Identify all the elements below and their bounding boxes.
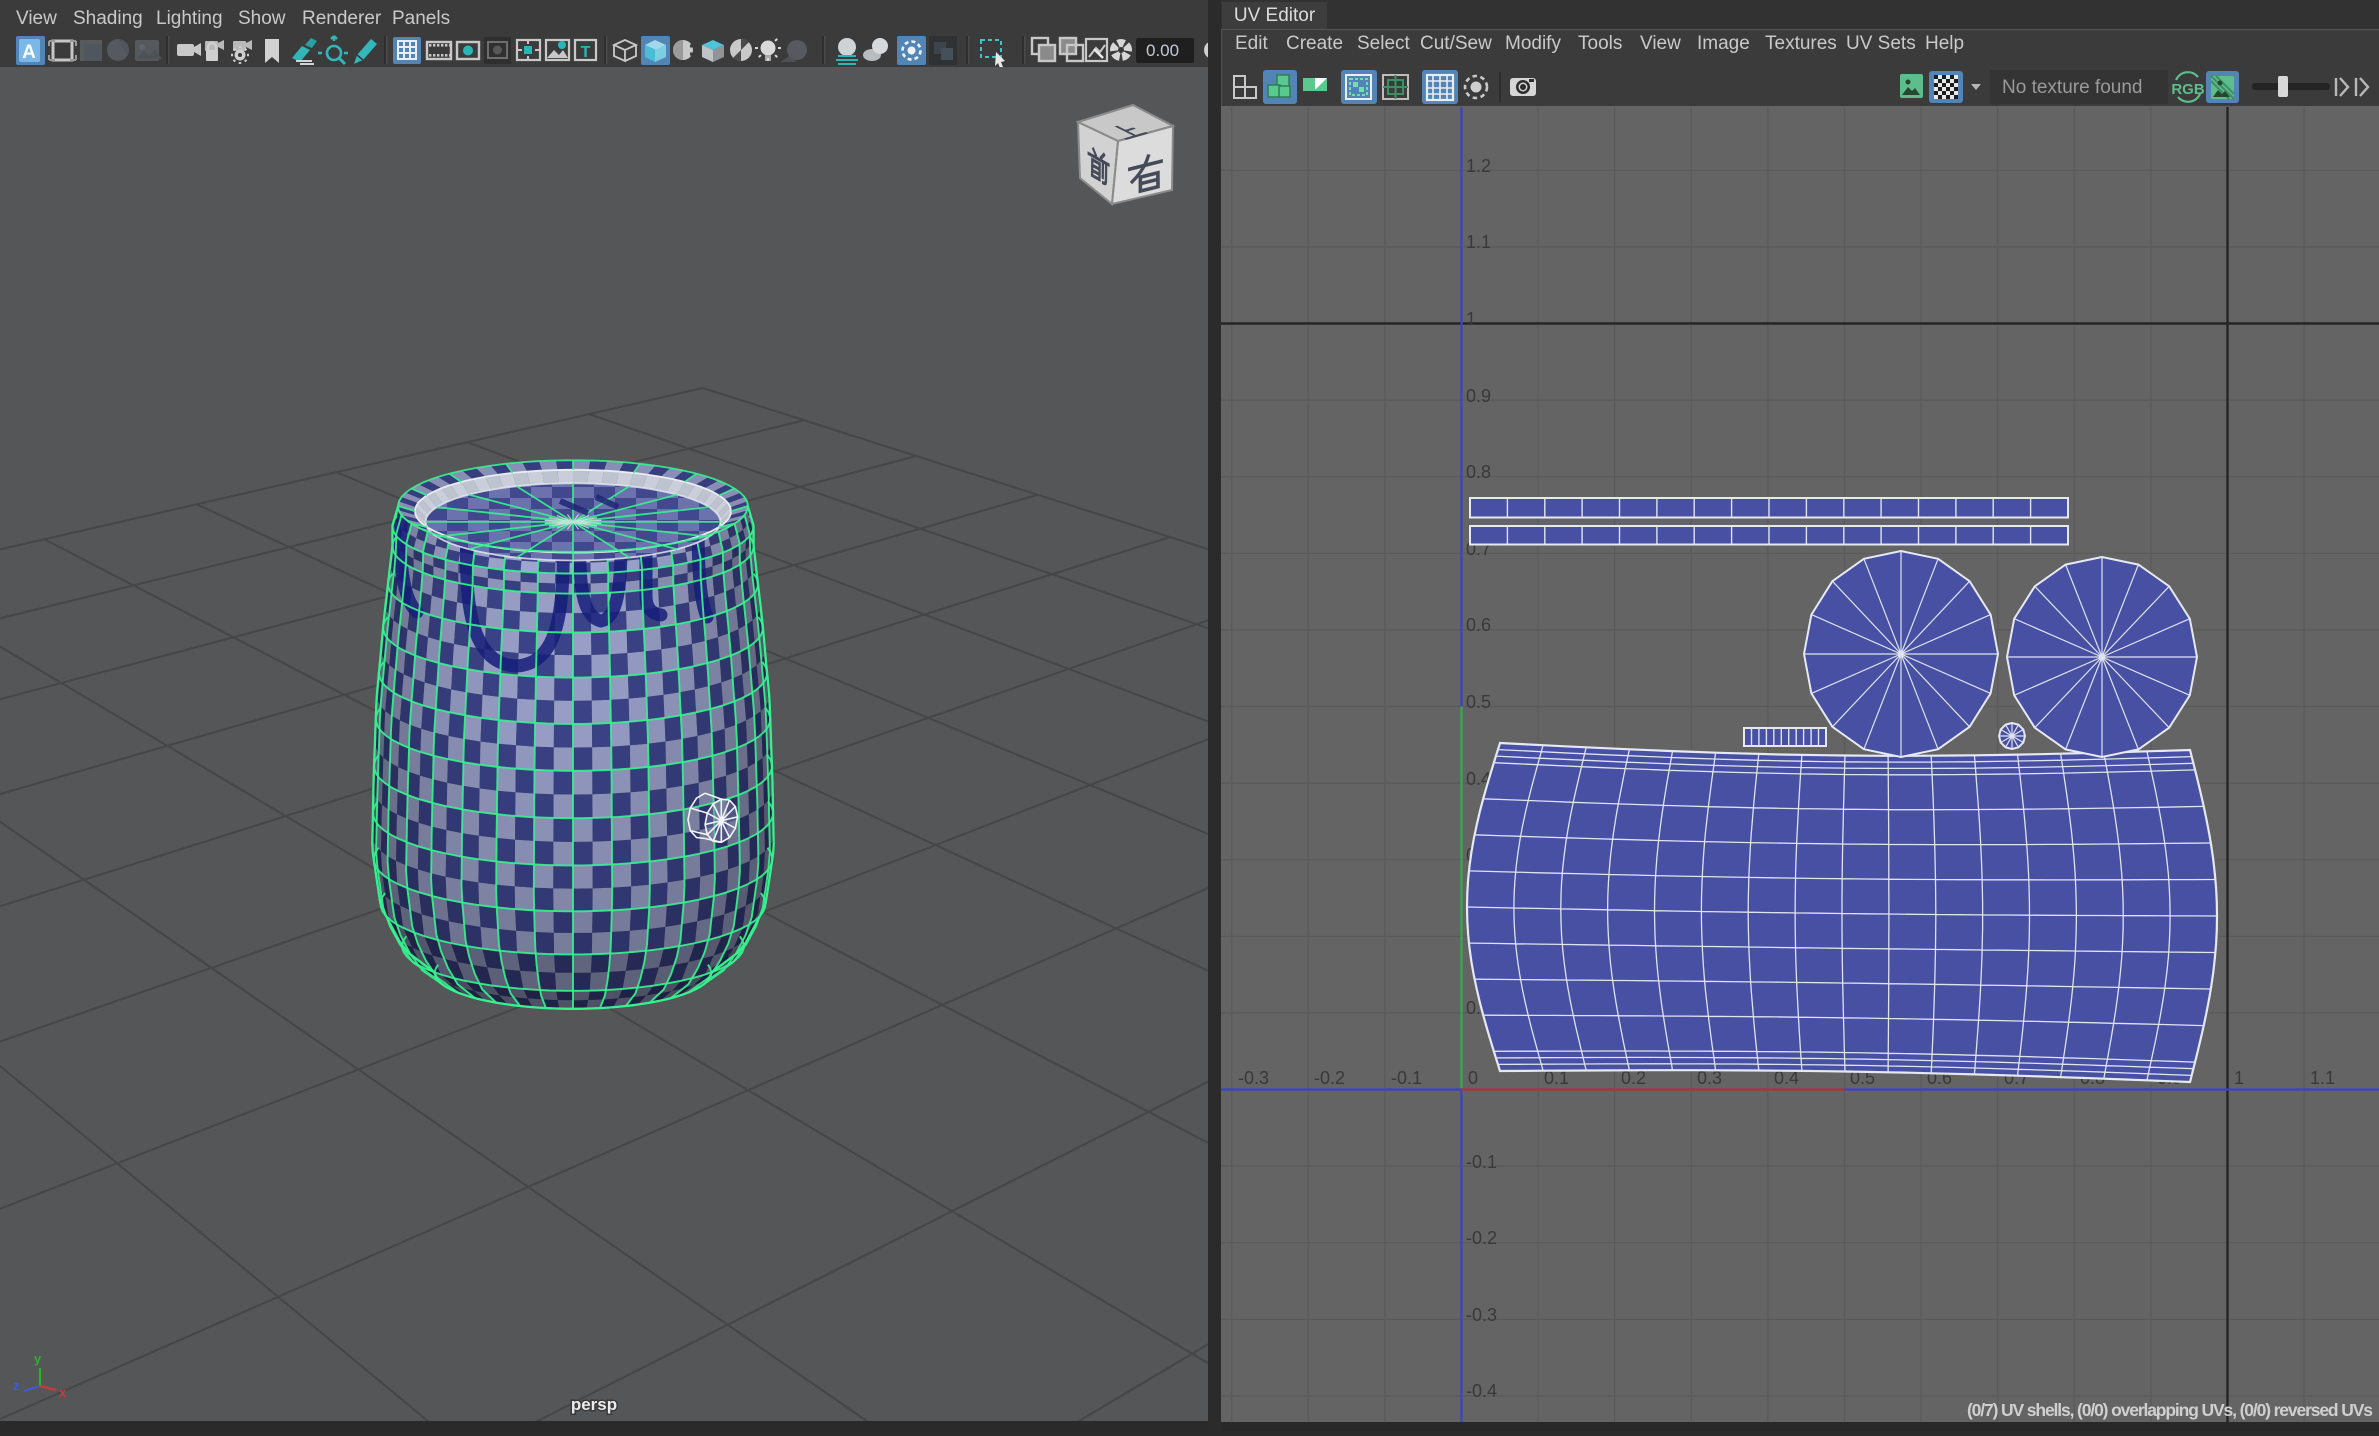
svg-text:1.1: 1.1 <box>1466 232 1491 252</box>
svg-text:1: 1 <box>1466 309 1476 329</box>
svg-text:RGB: RGB <box>2171 81 2205 98</box>
svg-text:persp: persp <box>571 1395 617 1414</box>
svg-text:0: 0 <box>1468 1068 1478 1088</box>
svg-text:-0.2: -0.2 <box>1466 1228 1497 1248</box>
svg-text:0.9: 0.9 <box>1466 386 1491 406</box>
svg-text:y: y <box>34 1351 42 1366</box>
svg-text:No texture found: No texture found <box>2002 77 2142 98</box>
svg-text:-0.1: -0.1 <box>1466 1152 1497 1172</box>
svg-text:1.2: 1.2 <box>1466 156 1491 176</box>
svg-text:1.1: 1.1 <box>2310 1068 2335 1088</box>
svg-text:z: z <box>13 1378 20 1393</box>
svg-text:0.8: 0.8 <box>1466 462 1491 482</box>
svg-text:-0.1: -0.1 <box>1391 1068 1422 1088</box>
svg-text:0.5: 0.5 <box>1466 692 1491 712</box>
svg-text:1: 1 <box>2234 1068 2244 1088</box>
svg-text:A: A <box>22 42 36 63</box>
svg-text:-0.2: -0.2 <box>1314 1068 1345 1088</box>
svg-text:T: T <box>581 44 591 61</box>
svg-text:-0.3: -0.3 <box>1238 1068 1269 1088</box>
svg-text:-0.4: -0.4 <box>1466 1381 1497 1401</box>
svg-text:-0.3: -0.3 <box>1466 1305 1497 1325</box>
svg-text:0.6: 0.6 <box>1466 615 1491 635</box>
svg-text:x: x <box>59 1385 67 1400</box>
svg-text:0.00: 0.00 <box>1146 41 1179 60</box>
svg-text:(0/7) UV shells, (0/0) overlap: (0/7) UV shells, (0/0) overlapping UVs, … <box>1967 1400 2373 1420</box>
